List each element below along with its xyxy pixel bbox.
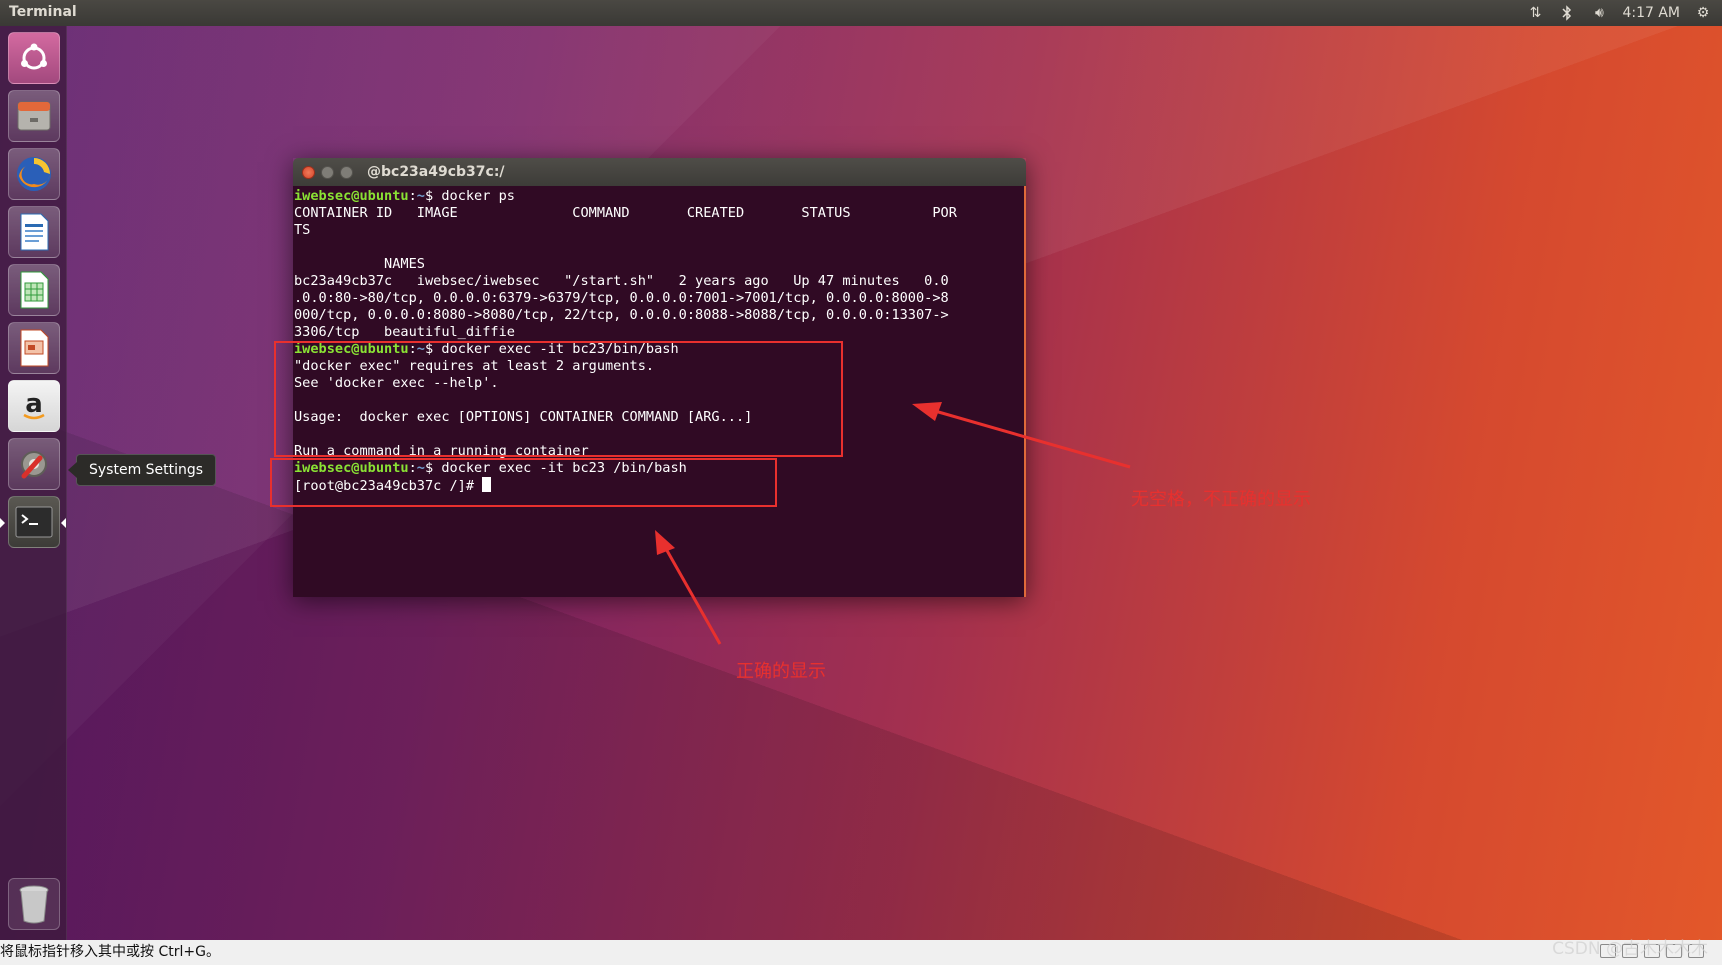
file-cabinet-icon xyxy=(17,101,51,131)
output-text: .0.0:80->80/tcp, 0.0.0.0:6379->6379/tcp,… xyxy=(294,290,949,306)
trash-button[interactable] xyxy=(8,878,60,930)
focused-indicator xyxy=(61,518,66,528)
terminal-line: .0.0:80->80/tcp, 0.0.0.0:6379->6379/tcp,… xyxy=(294,290,1024,307)
terminal-line: 3306/tcp beautiful_diffie xyxy=(294,324,1024,341)
clock[interactable]: 4:17 AM xyxy=(1622,5,1680,21)
dash-home-button[interactable] xyxy=(8,32,60,84)
output-text: bc23a49cb37c iwebsec/iwebsec "/start.sh"… xyxy=(294,273,949,289)
minimize-button[interactable] xyxy=(321,166,334,179)
wrong-annotation-label: 无空格，不正确的显示 xyxy=(1131,489,1311,510)
network-updown-icon[interactable]: ⇅ xyxy=(1526,4,1544,22)
running-indicator xyxy=(0,518,5,528)
settings-gear-icon[interactable]: ⚙ xyxy=(1694,4,1712,22)
launcher-tooltip: System Settings xyxy=(67,454,217,486)
terminal-line: 000/tcp, 0.0.0.0:8080->8080/tcp, 22/tcp,… xyxy=(294,307,1024,324)
terminal-line: NAMES xyxy=(294,256,1024,273)
close-button[interactable] xyxy=(302,166,315,179)
output-text: 000/tcp, 0.0.0.0:8080->8080/tcp, 22/tcp,… xyxy=(294,307,949,323)
firefox-button[interactable] xyxy=(8,148,60,200)
amazon-icon: a xyxy=(23,389,45,420)
terminal-line: TS xyxy=(294,222,1024,239)
terminal-button[interactable] xyxy=(8,496,60,548)
trash-icon xyxy=(19,885,49,924)
terminal-line: bc23a49cb37c iwebsec/iwebsec "/start.sh"… xyxy=(294,273,1024,290)
system-settings-button[interactable] xyxy=(8,438,60,490)
vm-status-bar: 将鼠标指针移入其中或按 Ctrl+G。 xyxy=(0,940,1722,965)
amazon-button[interactable]: a xyxy=(8,380,60,432)
terminal-title: @bc23a49cb37c:/ xyxy=(367,164,505,180)
terminal-line: iwebsec@ubuntu:~$ docker ps xyxy=(294,188,1024,205)
command-text: $ docker ps xyxy=(424,188,515,204)
files-button[interactable] xyxy=(8,90,60,142)
csdn-watermark: CSDN @古木木木木 xyxy=(1552,939,1708,959)
maximize-button[interactable] xyxy=(340,166,353,179)
output-text: NAMES xyxy=(294,256,425,272)
ubuntu-logo-icon xyxy=(21,43,47,70)
correct-command-highlight xyxy=(270,458,777,507)
writer-document-icon xyxy=(20,213,49,251)
settings-wrench-icon xyxy=(21,451,47,479)
prompt-path: ~ xyxy=(416,188,425,204)
volume-icon[interactable]: 🔊︎ xyxy=(1590,4,1608,22)
terminal-icon xyxy=(15,506,53,538)
right-annotation-label: 正确的显示 xyxy=(736,661,826,682)
impress-presentation-icon xyxy=(20,329,49,367)
terminal-line: CONTAINER ID IMAGE COMMAND CREATED STATU… xyxy=(294,205,1024,222)
output-text: TS xyxy=(294,222,311,238)
prompt-user: iwebsec@ubuntu xyxy=(294,188,409,204)
prompt-separator: : xyxy=(408,188,417,204)
system-tray: ⇅ 🔊︎ 4:17 AM ⚙ xyxy=(1526,0,1722,26)
calc-spreadsheet-icon xyxy=(20,271,49,309)
libreoffice-impress-button[interactable] xyxy=(8,322,60,374)
output-text: CONTAINER ID IMAGE COMMAND CREATED STATU… xyxy=(294,205,957,221)
svg-text:a: a xyxy=(25,389,43,419)
wrong-command-highlight xyxy=(274,341,843,457)
status-message: 将鼠标指针移入其中或按 Ctrl+G。 xyxy=(0,944,220,960)
terminal-titlebar[interactable]: @bc23a49cb37c:/ xyxy=(293,158,1026,186)
libreoffice-writer-button[interactable] xyxy=(8,206,60,258)
active-app-title: Terminal xyxy=(9,4,77,20)
libreoffice-calc-button[interactable] xyxy=(8,264,60,316)
firefox-icon xyxy=(17,157,51,191)
output-text: 3306/tcp beautiful_diffie xyxy=(294,324,515,340)
launcher: a xyxy=(0,26,67,940)
top-panel: Terminal ⇅ 🔊︎ 4:17 AM ⚙ xyxy=(0,0,1722,26)
bluetooth-icon[interactable] xyxy=(1558,4,1576,22)
